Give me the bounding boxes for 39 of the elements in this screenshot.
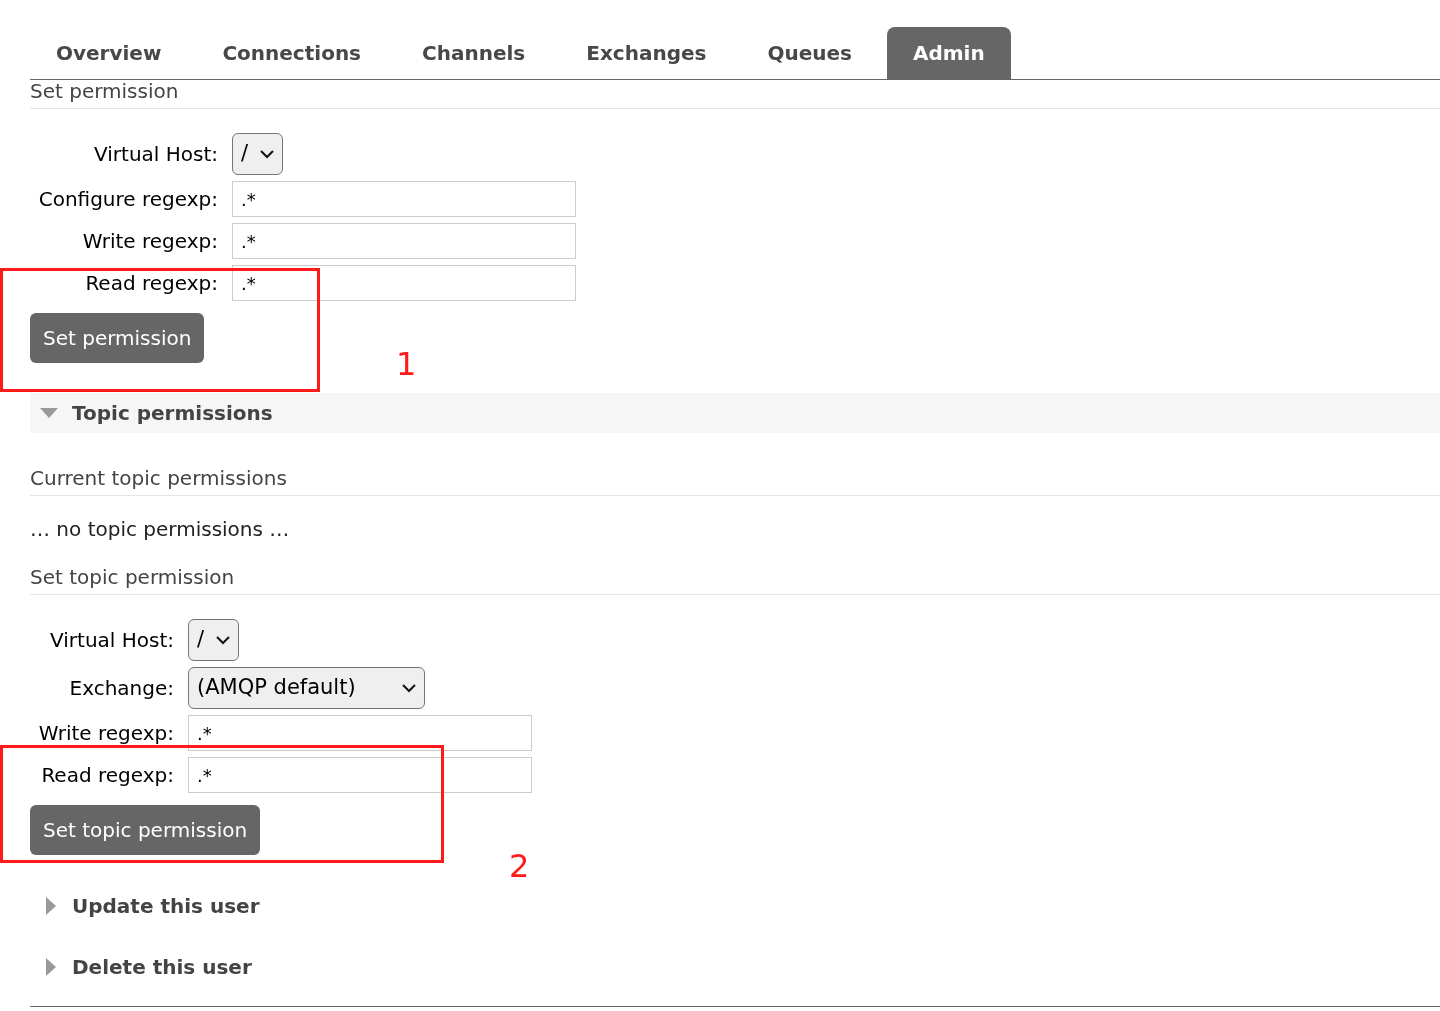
- input-field[interactable]: .*: [232, 223, 576, 259]
- collapsible-section[interactable]: Update this user: [30, 886, 1440, 926]
- triangle-down-icon: [40, 408, 58, 418]
- field-label: Write regexp:: [82, 228, 218, 255]
- collapsible-section[interactable]: Delete this user: [30, 947, 1440, 987]
- section-heading: Set permission: [30, 79, 179, 103]
- nav-tab[interactable]: Overview: [30, 27, 188, 79]
- nav-tab[interactable]: Admin: [886, 27, 1011, 79]
- chevron-down-icon: [216, 635, 231, 645]
- select-field[interactable]: /: [232, 133, 284, 175]
- input-field[interactable]: .*: [188, 715, 532, 751]
- triangle-right-icon: [46, 897, 56, 915]
- field-label: Virtual Host:: [50, 627, 174, 654]
- chevron-down-icon: [260, 149, 275, 159]
- section-header-bar[interactable]: Topic permissions: [30, 393, 1440, 433]
- field-label: Virtual Host:: [94, 141, 218, 168]
- field-label: Configure regexp:: [38, 186, 218, 213]
- nav-tab[interactable]: Connections: [196, 27, 388, 79]
- empty-message: … no topic permissions …: [30, 517, 290, 541]
- select-field[interactable]: (AMQP default): [188, 667, 425, 709]
- select-field[interactable]: /: [188, 619, 240, 661]
- submit-button[interactable]: Set permission: [30, 313, 205, 363]
- triangle-right-icon: [46, 958, 56, 976]
- annotation-number: 1: [396, 344, 417, 385]
- field-label: Write regexp:: [38, 720, 174, 747]
- input-field[interactable]: .*: [232, 265, 576, 301]
- section-heading: Set topic permission: [30, 565, 235, 589]
- chevron-down-icon: [402, 683, 416, 693]
- nav-tab[interactable]: Queues: [741, 27, 878, 79]
- input-field[interactable]: .*: [188, 757, 532, 793]
- submit-button[interactable]: Set topic permission: [30, 805, 261, 855]
- input-field[interactable]: .*: [232, 181, 576, 217]
- section-heading: Current topic permissions: [30, 466, 287, 490]
- annotation-number: 2: [509, 846, 530, 887]
- nav-tab[interactable]: Exchanges: [560, 27, 733, 79]
- field-label: Exchange:: [69, 675, 174, 702]
- nav-tab[interactable]: Channels: [396, 27, 552, 79]
- field-label: Read regexp:: [85, 270, 218, 297]
- field-label: Read regexp:: [41, 762, 174, 789]
